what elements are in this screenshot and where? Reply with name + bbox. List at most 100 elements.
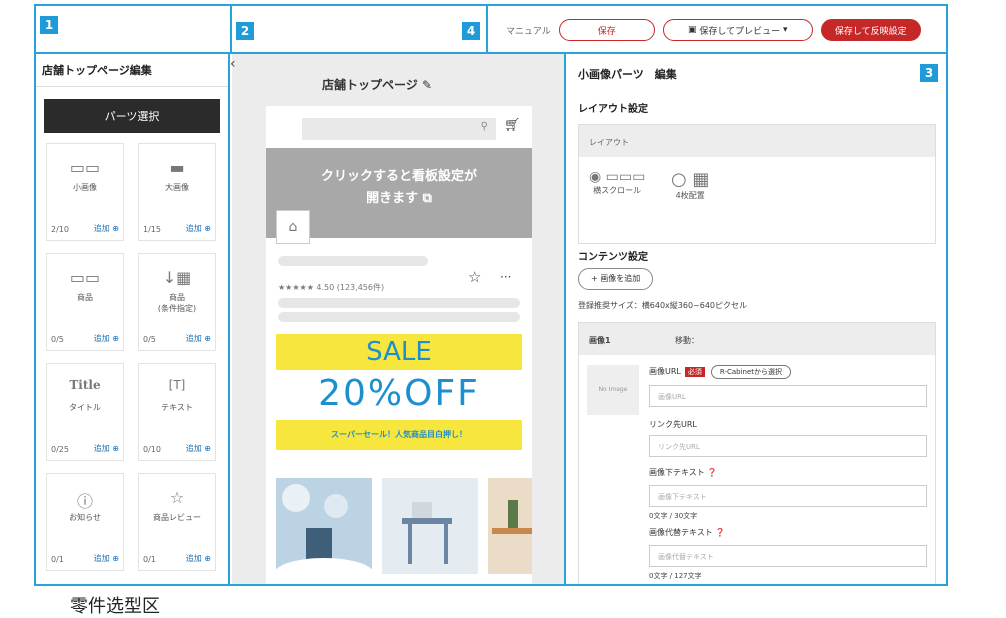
cart-icon[interactable]: 🛒︎ [504, 118, 521, 133]
image-url-label: 画像URL 必須 R-Cabinetから選択 [649, 365, 792, 379]
part-count: 0/25 [51, 445, 69, 454]
part-count: 0/5 [51, 335, 64, 344]
layout-option-grid[interactable]: ○ ▦ 4枚配置 [671, 169, 709, 201]
sale-banner: SALE 20%OFF スーパーセール！人気商品目白押し！ [276, 334, 522, 454]
part-review[interactable]: ☆ 商品レビュー 0/1 追加 ⊕ [138, 473, 216, 571]
placeholder-line [278, 312, 520, 322]
star-icon: ☆ [169, 488, 185, 507]
footer-caption: 零件选型区 [70, 596, 160, 617]
preview-panel: ‹ 店舗トップページ ✎ ⚲ 🛒︎ クリックすると看板設定が 開きます ⧉ ⌂ … [230, 54, 566, 584]
part-label: テキスト [161, 403, 193, 412]
preview-title[interactable]: 店舗トップページ ✎ [322, 76, 432, 93]
text-icon: [T] [168, 378, 186, 392]
chevron-left-icon[interactable]: ‹ [230, 56, 236, 72]
edit-panel: 3 小画像パーツ 編集 レイアウト設定 レイアウト ◉ ▭▭▭ 横スクロール ○… [568, 54, 946, 584]
part-count: 2/10 [51, 225, 69, 234]
rcabinet-button[interactable]: R-Cabinetから選択 [710, 365, 792, 379]
discount-text: 20%OFF [276, 370, 522, 418]
chevron-down-icon: ▾ [780, 25, 788, 35]
add-part-button[interactable]: 追加 ⊕ [186, 443, 211, 454]
horizontal-scroll-icon: ◉ ▭▭▭ [589, 169, 646, 185]
part-label: タイトル [69, 403, 101, 412]
marker-2: 2 [236, 22, 254, 40]
image-title: 画像1 [589, 336, 611, 345]
add-part-button[interactable]: 追加 ⊕ [186, 333, 211, 344]
part-label: お知らせ [69, 513, 101, 522]
marker-1: 1 [40, 16, 58, 34]
save-publish-button[interactable]: 保存して反映設定 [820, 19, 921, 41]
help-icon: ❓ [707, 468, 718, 477]
pencil-icon: ✎ [421, 78, 433, 92]
part-count: 0/1 [51, 555, 64, 564]
image-placeholder: No Image [587, 365, 639, 415]
layout-option-scroll[interactable]: ◉ ▭▭▭ 横スクロール [589, 169, 645, 196]
banner-line1: クリックすると看板設定が [320, 169, 477, 184]
part-large-image[interactable]: ▬ 大画像 1/15 追加 ⊕ [138, 143, 216, 241]
caption-label: 画像下テキスト ❓ [649, 468, 718, 477]
add-part-button[interactable]: 追加 ⊕ [94, 223, 119, 234]
alt-label: 画像代替テキスト ❓ [649, 528, 726, 537]
part-product-condition[interactable]: ↓▦ 商品 (条件指定) 0/5 追加 ⊕ [138, 253, 216, 351]
link-url-input[interactable]: リンク先URL [649, 435, 927, 457]
grid-icon: ○ ▦ [671, 169, 710, 190]
move-label: 移動： [675, 336, 699, 345]
title-icon: Title [69, 378, 101, 392]
manual-link[interactable]: マニュアル [506, 24, 551, 37]
part-count: 0/10 [143, 445, 161, 454]
product-image [382, 478, 478, 574]
help-icon: ❓ [715, 528, 726, 537]
marker-4: 4 [462, 22, 480, 40]
part-label: 小画像 [73, 183, 97, 192]
part-text[interactable]: [T] テキスト 0/10 追加 ⊕ [138, 363, 216, 461]
save-button[interactable]: 保存 [558, 19, 655, 41]
favorite-icon[interactable]: ☆ [468, 268, 481, 286]
part-count: 0/1 [143, 555, 156, 564]
part-notice[interactable]: ⓘ お知らせ 0/1 追加 ⊕ [46, 473, 124, 571]
rating-text: ★★★★★ 4.50 (123,456件) [278, 283, 385, 292]
part-label: 商品レビュー [153, 513, 201, 522]
phone-preview: ⚲ 🛒︎ クリックすると看板設定が 開きます ⧉ ⌂ ★★★★★ 4.50 (1… [266, 106, 532, 584]
preview-icon: ▣ [687, 25, 700, 35]
panel-title: 小画像パーツ 編集 [578, 68, 677, 81]
layout-box: レイアウト ◉ ▭▭▭ 横スクロール ○ ▦ 4枚配置 [578, 124, 936, 244]
add-part-button[interactable]: 追加 ⊕ [94, 553, 119, 564]
top-actions: マニュアル 保存 ▣ 保存してプレビュー ▾ 保存して反映設定 [506, 18, 921, 42]
sale-subtext: スーパーセール！人気商品目白押し！ [276, 420, 522, 450]
search-input[interactable]: ⚲ [302, 118, 496, 140]
top-bar: 1 2 4 マニュアル 保存 ▣ 保存してプレビュー ▾ 保存して反映設定 [36, 6, 946, 54]
part-count: 0/5 [143, 335, 156, 344]
caption-input[interactable]: 画像下テキスト [649, 485, 927, 507]
more-icon[interactable]: ··· [500, 270, 511, 284]
image-item: 画像1 移動： No Image 画像URL 必須 R-Cabinetから選択 画像… [578, 322, 936, 584]
save-preview-label: 保存してプレビュー [699, 26, 781, 37]
caption-count: 0文字 / 30文字 [649, 512, 698, 520]
add-part-button[interactable]: 追加 ⊕ [186, 553, 211, 564]
large-image-icon: ▬ [169, 158, 185, 177]
add-image-button[interactable]: + 画像を追加 [578, 268, 654, 290]
panel-title: 店舗トップページ編集 [36, 54, 228, 87]
product-icon: ▭▭ [69, 268, 101, 287]
product-image [488, 478, 532, 574]
save-preview-button[interactable]: ▣ 保存してプレビュー ▾ [662, 19, 813, 41]
part-small-image[interactable]: ▭▭ 小画像 2/10 追加 ⊕ [46, 143, 124, 241]
part-title[interactable]: Title タイトル 0/25 追加 ⊕ [46, 363, 124, 461]
marker-3: 3 [920, 64, 938, 82]
part-product[interactable]: ▭▭ 商品 0/5 追加 ⊕ [46, 253, 124, 351]
alt-count: 0文字 / 127文字 [649, 572, 702, 580]
link-url-label: リンク先URL [649, 420, 697, 429]
search-icon: ⚲ [480, 121, 488, 132]
placeholder-line [278, 256, 428, 266]
info-icon: ⓘ [76, 492, 93, 511]
layout-section-title: レイアウト設定 [578, 104, 648, 115]
add-part-button[interactable]: 追加 ⊕ [186, 223, 211, 234]
parts-select-button[interactable]: パーツ選択 [44, 99, 220, 133]
required-badge: 必須 [684, 367, 705, 377]
store-icon: ⌂ [276, 210, 310, 244]
layout-header: レイアウト [579, 125, 935, 157]
alt-input[interactable]: 画像代替テキスト [649, 545, 927, 567]
placeholder-line [278, 298, 520, 308]
image-url-input[interactable]: 画像URL [649, 385, 927, 407]
add-part-button[interactable]: 追加 ⊕ [94, 443, 119, 454]
add-part-button[interactable]: 追加 ⊕ [94, 333, 119, 344]
part-label: 大画像 [165, 183, 189, 192]
